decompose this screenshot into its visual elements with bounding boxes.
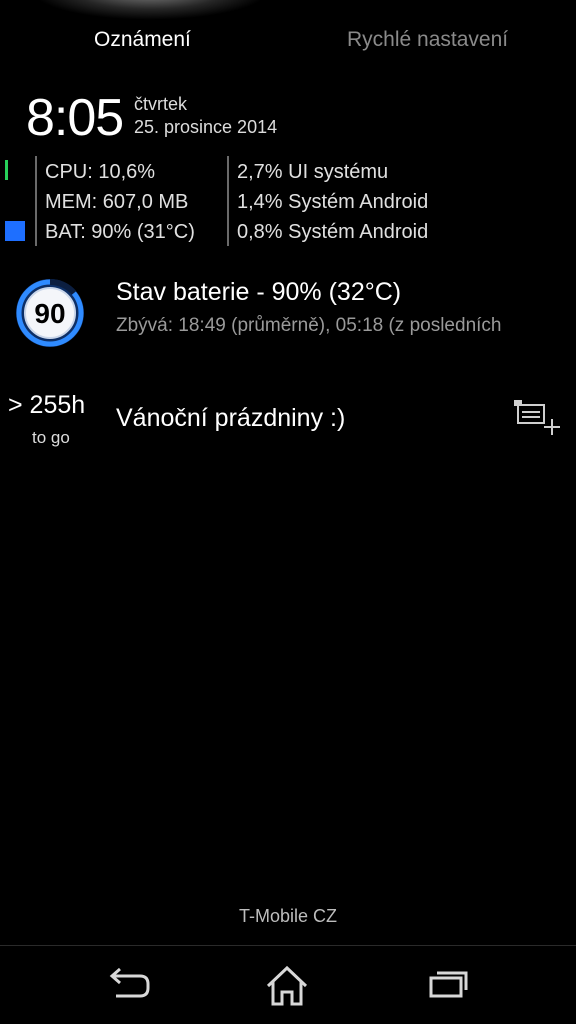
status-bar-glow [30, 0, 270, 20]
divider [35, 156, 37, 246]
notification-title: Vánoční prázdniny :) [116, 404, 346, 432]
process-item: 2,7% UI systému [237, 161, 389, 183]
battery-level-icon: 90 [16, 278, 84, 347]
process-item: 0,8% Systém Android [237, 221, 429, 243]
cpu-usage: CPU: 10,6% [45, 161, 156, 183]
notification-shade: Oznámení Rychlé nastavení 8:05 čtvrtek 2… [0, 0, 576, 1024]
clock-day: čtvrtek [134, 94, 188, 114]
countdown-value: > 255h [8, 391, 86, 419]
notification-subtitle: Zbývá: 18:49 (průměrně), 05:18 (z posled… [116, 315, 502, 336]
process-item: 1,4% Systém Android [237, 191, 429, 213]
carrier-label: T-Mobile CZ [238, 906, 337, 926]
navigation-bar [0, 946, 576, 1024]
recents-icon[interactable] [422, 964, 472, 1008]
countdown-label: to go [32, 428, 70, 447]
battery-level-text: 90 [34, 298, 65, 329]
back-icon[interactable] [104, 964, 154, 1008]
battery-indicator [5, 221, 25, 241]
tab-quick-settings[interactable]: Rychlé nastavení [347, 24, 508, 56]
clock-time[interactable]: 8:05 [26, 88, 124, 148]
cpu-indicator [5, 160, 8, 180]
memory-usage: MEM: 607,0 MB [45, 191, 189, 213]
notification-title: Stav baterie - 90% (32°C) [116, 278, 402, 306]
divider [227, 156, 229, 246]
home-icon[interactable] [262, 964, 312, 1008]
countdown-notification[interactable]: > 255h to go Vánoční prázdniny :) [0, 385, 576, 465]
battery-status: BAT: 90% (31°C) [45, 221, 195, 243]
battery-notification[interactable]: 90 Stav baterie - 90% (32°C) Zbývá: 18:4… [0, 270, 576, 350]
clock-date[interactable]: 25. prosince 2014 [134, 117, 277, 138]
tab-notifications[interactable]: Oznámení [94, 24, 191, 56]
add-event-icon[interactable] [512, 397, 562, 437]
shade-tabs: Oznámení Rychlé nastavení [0, 24, 576, 60]
